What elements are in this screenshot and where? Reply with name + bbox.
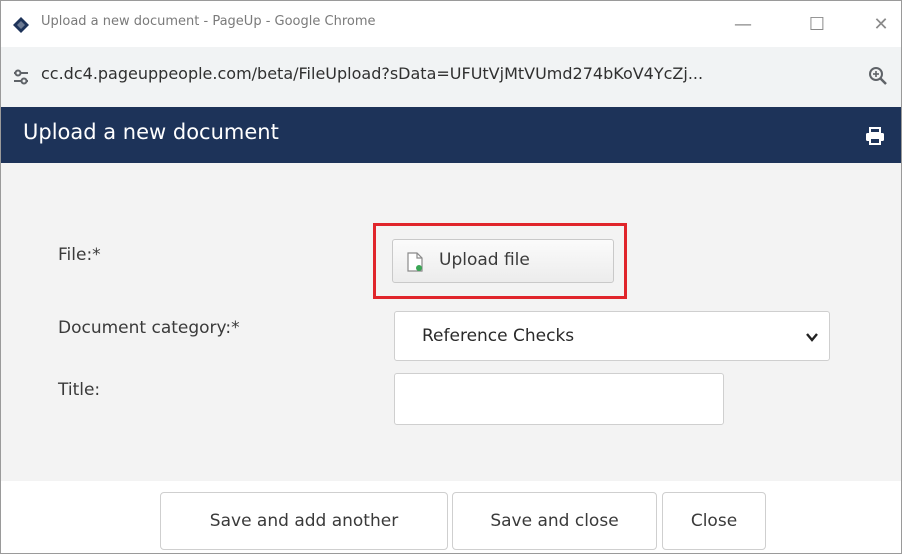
window-title: Upload a new document - PageUp - Google … [41, 14, 376, 29]
browser-window: Upload a new document - PageUp - Google … [0, 0, 902, 554]
page-title: Upload a new document [23, 120, 279, 144]
url-text[interactable]: cc.dc4.pageuppeople.com/beta/FileUpload?… [41, 64, 841, 83]
close-window-button[interactable]: ✕ [861, 9, 901, 39]
print-icon[interactable] [865, 127, 885, 145]
document-category-select[interactable]: Reference Checks [394, 311, 830, 361]
maximize-button[interactable]: ☐ [797, 9, 837, 39]
file-upload-icon [407, 252, 423, 272]
document-category-value: Reference Checks [422, 326, 575, 346]
upload-file-button[interactable]: Upload file [392, 239, 614, 283]
window-title-bar: Upload a new document - PageUp - Google … [1, 1, 901, 47]
address-bar[interactable]: cc.dc4.pageuppeople.com/beta/FileUpload?… [1, 47, 901, 107]
save-and-add-another-button[interactable]: Save and add another [160, 492, 448, 550]
page-header: Upload a new document [1, 107, 901, 163]
upload-form: File:* Upload file Document category:* R… [1, 163, 901, 481]
upload-file-label: Upload file [439, 250, 530, 270]
tune-icon[interactable] [11, 67, 31, 87]
chevron-down-icon [806, 333, 818, 342]
document-category-label: Document category:* [58, 318, 240, 338]
zoom-icon[interactable] [867, 65, 889, 87]
save-and-close-button[interactable]: Save and close [452, 492, 657, 550]
title-input[interactable] [394, 373, 724, 425]
file-label: File:* [58, 245, 101, 265]
close-button[interactable]: Close [662, 492, 766, 550]
title-label: Title: [58, 380, 101, 400]
dialog-footer: Save and add another Save and close Clos… [1, 481, 901, 553]
pageup-logo-icon [13, 17, 29, 33]
minimize-button[interactable]: — [723, 9, 763, 39]
